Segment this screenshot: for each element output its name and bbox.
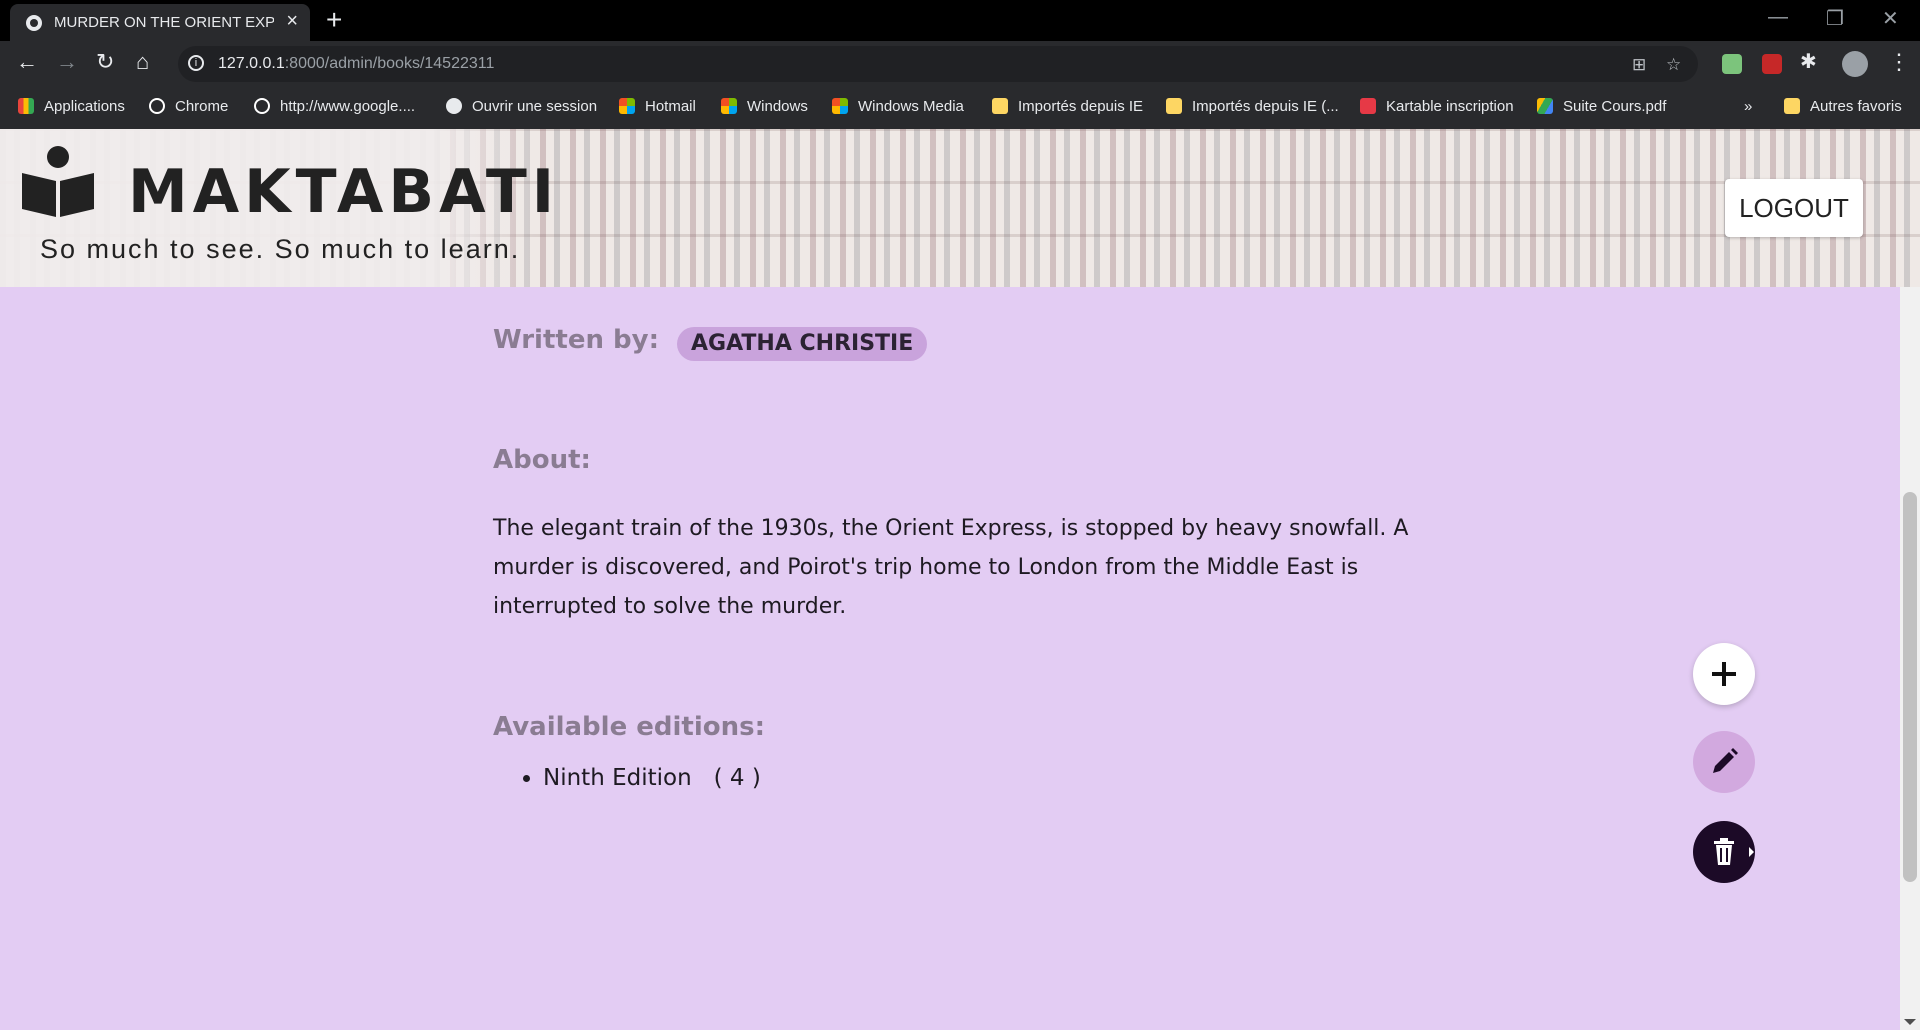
back-icon[interactable]: ←	[16, 49, 38, 75]
apps-grid-icon	[18, 98, 34, 114]
bookmark-kartable[interactable]: Kartable inscription	[1360, 98, 1514, 115]
close-window-icon[interactable]: ✕	[1882, 6, 1899, 31]
bookmark-hotmail[interactable]: Hotmail	[619, 98, 696, 115]
bookmark-label: http://www.google....	[280, 98, 416, 115]
bookmark-label: Chrome	[175, 98, 229, 115]
google-icon	[149, 98, 165, 114]
bookmark-label: Windows	[747, 98, 808, 115]
microsoft-icon	[721, 98, 737, 114]
about-label: About:	[493, 445, 591, 475]
bookmark-google[interactable]: http://www.google....	[254, 98, 415, 115]
brand-title: MAKTABATI	[128, 157, 560, 227]
profile-avatar[interactable]	[1842, 51, 1868, 77]
more-bookmarks-button[interactable]: »	[1744, 98, 1752, 115]
folder-icon	[1784, 98, 1800, 114]
brand-tagline: So much to see. So much to learn.	[40, 234, 521, 264]
tab-strip: MURDER ON THE ORIENT EXPRE × + — ❐ ✕	[0, 0, 1920, 41]
bookmark-suite-cours[interactable]: Suite Cours.pdf	[1537, 98, 1666, 115]
bookmark-autres-favoris[interactable]: Autres favoris	[1784, 98, 1902, 115]
book-details: Written by: AGATHA CHRISTIE About: The e…	[0, 287, 1900, 1030]
forward-icon[interactable]: →	[56, 49, 78, 75]
book-description: The elegant train of the 1930s, the Orie…	[493, 516, 1409, 619]
pencil-icon	[1713, 748, 1738, 773]
bookmark-label: Applications	[44, 98, 125, 115]
url-path: :8000/admin/books/14522311	[284, 55, 495, 72]
star-icon[interactable]: ☆	[1666, 55, 1681, 75]
scrollbar-thumb[interactable]	[1903, 492, 1917, 882]
browser-toolbar: ← → ↻ ⌂ i 127.0.0.1:8000/admin/books/145…	[0, 41, 1920, 87]
reader-logo-icon	[22, 146, 94, 217]
site-header: MAKTABATI So much to see. So much to lea…	[0, 129, 1920, 287]
drive-icon	[1537, 98, 1553, 114]
tab-title: MURDER ON THE ORIENT EXPRE	[54, 14, 274, 31]
browser-tab[interactable]: MURDER ON THE ORIENT EXPRE ×	[10, 4, 310, 41]
bookmark-label: Hotmail	[645, 98, 696, 115]
bookmark-ouvrir-session[interactable]: Ouvrir une session	[446, 98, 597, 115]
url-text[interactable]: 127.0.0.1:8000/admin/books/14522311	[218, 55, 494, 73]
bookmarks-bar: Applications Chrome http://www.google...…	[0, 87, 1920, 130]
restore-icon[interactable]: ❐	[1826, 6, 1844, 31]
bookmark-label: Autres favoris	[1810, 98, 1902, 115]
bookmark-label: Windows Media	[858, 98, 964, 115]
bookmark-windows[interactable]: Windows	[721, 98, 808, 115]
extension-shield-icon[interactable]	[1762, 54, 1782, 74]
microsoft-icon	[619, 98, 635, 114]
editions-label: Available editions:	[493, 712, 766, 742]
extensions-puzzle-icon[interactable]: ✱	[1800, 49, 1817, 74]
trash-icon	[1714, 838, 1754, 865]
google-icon	[254, 98, 270, 114]
edit-button[interactable]	[1693, 731, 1755, 793]
written-by-label: Written by:	[493, 325, 659, 355]
logo-area[interactable]: MAKTABATI So much to see. So much to lea…	[0, 129, 554, 287]
bookmark-folder-ie[interactable]: Importés depuis IE	[992, 98, 1143, 115]
bookmark-label: Importés depuis IE (...	[1192, 98, 1339, 115]
delete-button[interactable]	[1693, 821, 1755, 883]
globe-icon	[446, 98, 462, 114]
bookmark-label: Ouvrir une session	[472, 98, 598, 115]
author-chip[interactable]: AGATHA CHRISTIE	[677, 327, 928, 361]
new-tab-icon[interactable]: +	[326, 4, 342, 36]
menu-kebab-icon[interactable]: ⋮	[1888, 49, 1910, 75]
folder-icon	[992, 98, 1008, 114]
reload-icon[interactable]: ↻	[96, 49, 114, 75]
bookmark-chrome[interactable]: Chrome	[149, 98, 228, 115]
bookmark-label: Importés depuis IE	[1018, 98, 1144, 115]
minimize-icon[interactable]: —	[1768, 6, 1788, 29]
bookmark-label: Kartable inscription	[1386, 98, 1514, 115]
extension-mail-icon[interactable]	[1722, 54, 1742, 74]
folder-icon	[1166, 98, 1182, 114]
bookmark-windows-media[interactable]: Windows Media	[832, 98, 964, 115]
logout-button[interactable]: LOGOUT	[1725, 179, 1863, 237]
bookmark-folder-ie-2[interactable]: Importés depuis IE (...	[1166, 98, 1339, 115]
edition-count: ( 4 )	[713, 765, 761, 791]
home-icon[interactable]: ⌂	[136, 49, 149, 75]
address-bar[interactable]: i 127.0.0.1:8000/admin/books/14522311 ⊞ …	[178, 46, 1698, 82]
editions-list: Ninth Edition ( 4 )	[493, 765, 761, 791]
microsoft-icon	[832, 98, 848, 114]
scroll-down-icon[interactable]	[1904, 1019, 1916, 1025]
plus-icon	[1712, 662, 1736, 686]
edition-item[interactable]: Ninth Edition ( 4 )	[543, 765, 761, 791]
close-tab-icon[interactable]: ×	[286, 10, 298, 33]
edition-name: Ninth Edition	[543, 765, 692, 791]
globe-icon	[26, 15, 42, 31]
add-button[interactable]	[1693, 643, 1755, 705]
url-host: 127.0.0.1	[218, 55, 285, 72]
bookmark-label: Suite Cours.pdf	[1563, 98, 1667, 115]
site-info-icon[interactable]: i	[188, 55, 204, 71]
translate-icon[interactable]: ⊞	[1632, 55, 1646, 75]
kartable-icon	[1360, 98, 1376, 114]
bookmark-applications[interactable]: Applications	[18, 98, 125, 115]
page-scrollbar[interactable]	[1900, 287, 1920, 1030]
